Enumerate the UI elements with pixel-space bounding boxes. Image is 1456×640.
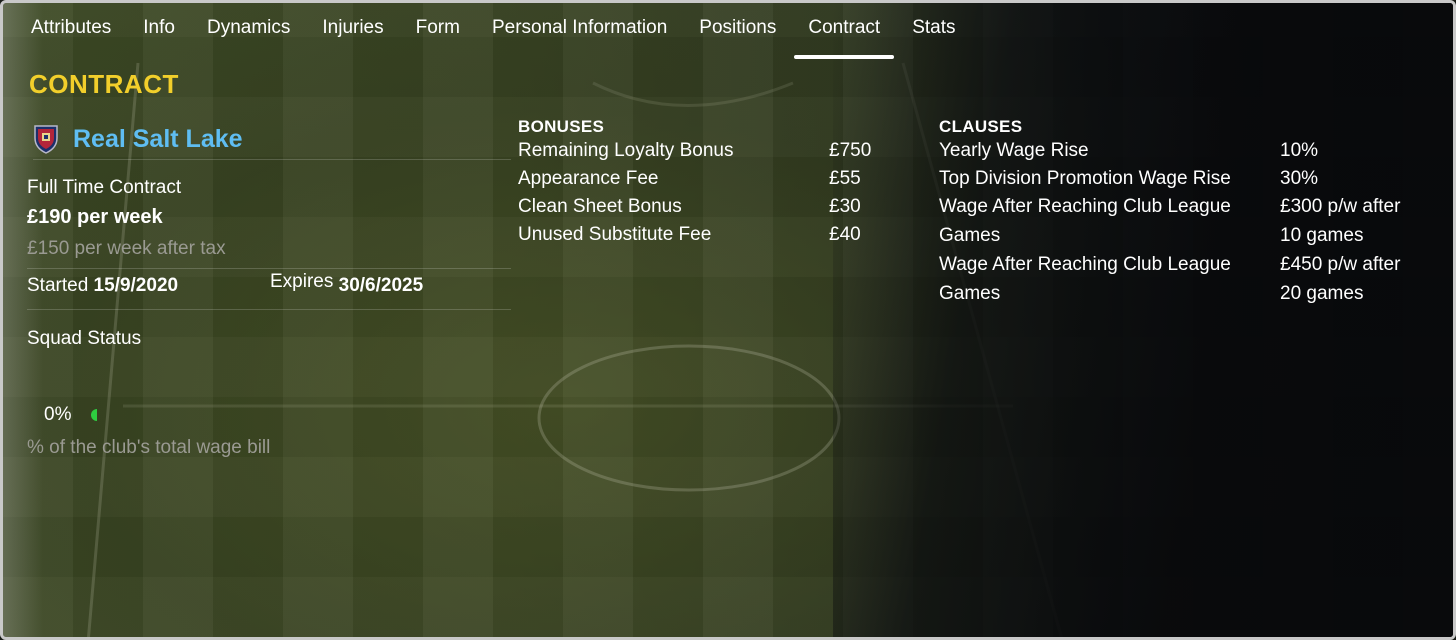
clause-value: 30% bbox=[1280, 168, 1319, 189]
club-row[interactable]: Real Salt Lake bbox=[33, 119, 511, 160]
section-title: CONTRACT bbox=[29, 69, 179, 99]
tab-attributes[interactable]: Attributes bbox=[15, 3, 127, 59]
profile-tabs: Attributes Info Dynamics Injuries Form P… bbox=[15, 3, 972, 59]
player-contract-panel: Attributes Info Dynamics Injuries Form P… bbox=[0, 0, 1456, 640]
bonus-label: Clean Sheet Bonus bbox=[518, 196, 682, 217]
divider bbox=[27, 309, 511, 310]
tab-injuries[interactable]: Injuries bbox=[306, 3, 399, 59]
wage-bill-percent: 0% bbox=[44, 404, 72, 425]
clause-label-cont: Games bbox=[939, 225, 1001, 246]
wage-bill-caption: % of the club's total wage bill bbox=[27, 437, 271, 458]
club-crest-icon bbox=[34, 125, 58, 154]
wage-bill-pie-icon bbox=[91, 409, 97, 421]
clause-value-cont: 20 games bbox=[1280, 283, 1364, 304]
pitch-background bbox=[3, 3, 1453, 637]
started-date: 15/9/2020 bbox=[93, 275, 179, 296]
clause-value-cont: 10 games bbox=[1280, 225, 1364, 246]
bonus-label: Remaining Loyalty Bonus bbox=[518, 140, 734, 161]
clauses-heading: CLAUSES bbox=[939, 117, 1023, 136]
tab-dynamics[interactable]: Dynamics bbox=[191, 3, 306, 59]
expires-date: 30/6/2025 bbox=[338, 275, 424, 296]
bonus-label: Appearance Fee bbox=[518, 168, 659, 189]
clause-value: £450 p/w after bbox=[1280, 254, 1401, 275]
bonus-value: £750 bbox=[829, 140, 872, 161]
squad-status-label[interactable]: Squad Status bbox=[27, 328, 141, 350]
clause-label: Top Division Promotion Wage Rise bbox=[939, 168, 1231, 189]
tab-form[interactable]: Form bbox=[400, 3, 476, 59]
bonus-value: £40 bbox=[829, 224, 861, 245]
tab-info[interactable]: Info bbox=[127, 3, 191, 59]
tab-stats[interactable]: Stats bbox=[896, 3, 971, 59]
wage-after-tax: £150 per week after tax bbox=[27, 238, 226, 259]
started-label: Started bbox=[27, 275, 89, 296]
clause-label: Wage After Reaching Club League bbox=[939, 196, 1231, 217]
clause-value: £300 p/w after bbox=[1280, 196, 1401, 217]
clause-label-cont: Games bbox=[939, 283, 1001, 304]
contract-dates: Started 15/9/2020 Expires 30/6/2025 bbox=[27, 271, 511, 297]
tab-positions[interactable]: Positions bbox=[683, 3, 792, 59]
bonuses-heading: BONUSES bbox=[518, 117, 605, 136]
tab-personal-information[interactable]: Personal Information bbox=[476, 3, 683, 59]
contract-type: Full Time Contract bbox=[27, 177, 182, 198]
clause-label: Wage After Reaching Club League bbox=[939, 254, 1231, 275]
stadium-shadow bbox=[833, 3, 1453, 637]
bonus-value: £55 bbox=[829, 168, 861, 189]
clause-label: Yearly Wage Rise bbox=[939, 140, 1089, 161]
weekly-wage: £190 per week bbox=[27, 206, 163, 228]
pitch-markings bbox=[87, 62, 1063, 637]
club-name-link[interactable]: Real Salt Lake bbox=[73, 125, 243, 154]
clause-value: 10% bbox=[1280, 140, 1319, 161]
bonus-value: £30 bbox=[829, 196, 861, 217]
bonus-label: Unused Substitute Fee bbox=[518, 224, 712, 245]
expires-label: Expires bbox=[270, 271, 334, 292]
tab-contract[interactable]: Contract bbox=[792, 3, 896, 59]
divider bbox=[27, 268, 511, 269]
